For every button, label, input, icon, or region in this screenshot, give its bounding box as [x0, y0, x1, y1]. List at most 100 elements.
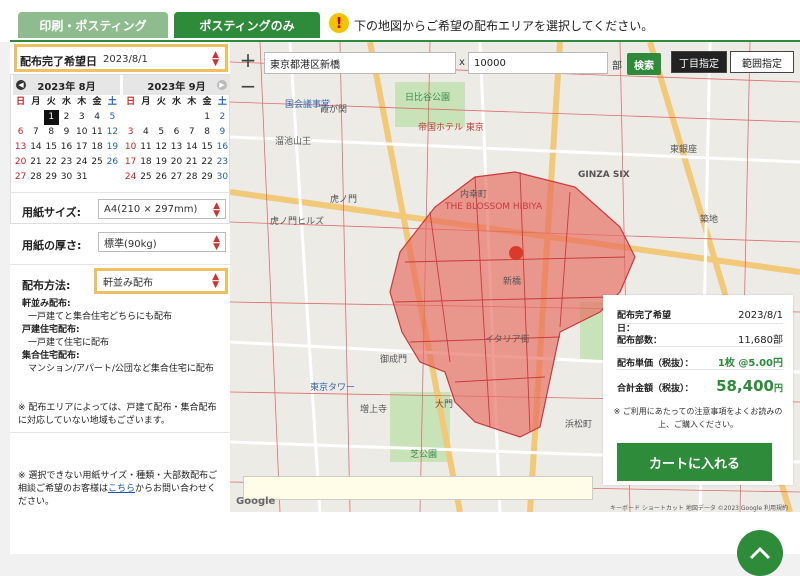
calendar-day[interactable]: 13	[13, 140, 28, 155]
calendar-day[interactable]: 9	[215, 125, 230, 140]
mode-range-button[interactable]: 範囲指定	[730, 51, 794, 73]
calendar-day[interactable]: 15	[44, 140, 59, 155]
calendar-day[interactable]: 20	[169, 155, 184, 170]
address-input[interactable]: 東京都港区新橋	[264, 52, 456, 74]
calendar-day[interactable]: 13	[169, 140, 184, 155]
calendar-weekday: 金	[92, 97, 102, 107]
calendar-day[interactable]: 4	[89, 110, 104, 125]
calendar-day[interactable]: 1	[199, 110, 214, 125]
calendar-day[interactable]: 24	[74, 155, 89, 170]
calendar-grid: 日月火水木金土 1 2 3 4 5 6 7 8 9 10 11 12 13 14 15 16 17 18 19 20 21…	[13, 95, 120, 185]
calendar-day[interactable]: 21	[184, 155, 199, 170]
deadline-value: 2023/8/1	[103, 53, 148, 65]
scroll-to-top-button[interactable]	[737, 530, 783, 576]
calendar-day[interactable]: 15	[199, 140, 214, 155]
calendar-day[interactable]: 19	[154, 155, 169, 170]
calendar-day[interactable]: 27	[169, 170, 184, 185]
mode-chome-button[interactable]: 丁目指定	[671, 51, 727, 73]
sidebar: 配布完了希望日: 2023/8/1 ▲ ▼ ◀ 2023年 8月 日月火水木金土1…	[10, 42, 230, 512]
calendar-day[interactable]: 19	[105, 140, 120, 155]
calendar-day[interactable]: 17	[74, 140, 89, 155]
calendar-day[interactable]: 9	[59, 125, 74, 140]
calendar-day[interactable]: 11	[89, 125, 104, 140]
area-note: ※ 配布エリアによっては、戸建て配布・集合配布に対応していない地域もございます。	[18, 403, 217, 426]
calendar-day[interactable]: 24	[123, 170, 138, 185]
calendar-day[interactable]: 30	[215, 170, 230, 185]
calendar-day[interactable]: 2	[59, 110, 74, 125]
calendar-day[interactable]: 26	[154, 170, 169, 185]
calendar-day[interactable]: 16	[59, 140, 74, 155]
calendar-day[interactable]: 28	[184, 170, 199, 185]
zoom-out-button[interactable]: −	[236, 74, 260, 98]
calendar-day[interactable]: 8	[199, 125, 214, 140]
map-label: 東銀座	[670, 145, 698, 155]
calendar-day[interactable]: 25	[138, 170, 153, 185]
add-to-cart-button[interactable]: カートに入れる	[617, 443, 772, 481]
calendar-day[interactable]: 7	[28, 125, 43, 140]
map-label: THE BLOSSOM HIBIYA	[445, 202, 543, 212]
summary-count-value: 11,680部	[738, 335, 783, 346]
calendar-day[interactable]: 10	[74, 125, 89, 140]
notice-text: 下の地図からご希望の配布エリアを選択してください。	[354, 19, 654, 33]
calendar-day[interactable]: 27	[13, 170, 28, 185]
calendar-day[interactable]: 28	[28, 170, 43, 185]
map-label: 虎ノ門ヒルズ	[270, 217, 325, 227]
calendar-day[interactable]: 30	[59, 170, 74, 185]
calendar-day[interactable]: 1	[43, 110, 59, 125]
calendar-day[interactable]: 3	[123, 125, 138, 140]
summary-total-label: 合計金額（税抜）：	[617, 384, 694, 394]
calendar-day[interactable]: 5	[154, 125, 169, 140]
calendar-day[interactable]: 12	[154, 140, 169, 155]
contact-link[interactable]: こちら	[108, 484, 135, 494]
paper-size-label: 用紙サイズ:	[22, 206, 82, 219]
paper-size-select[interactable]: A4(210 × 297mm) ▲ ▼	[98, 199, 226, 219]
calendar-day[interactable]: 31	[74, 170, 89, 185]
zoom-in-button[interactable]: +	[236, 48, 260, 72]
calendar-day[interactable]: 29	[44, 170, 59, 185]
calendar-day[interactable]: 21	[28, 155, 43, 170]
calendar-day[interactable]: 17	[123, 155, 138, 170]
calendar-day[interactable]: 16	[215, 140, 230, 155]
calendar-weekday: 火	[46, 97, 56, 107]
prev-month-icon[interactable]: ◀	[16, 80, 26, 90]
calendar-weekday: 木	[77, 97, 87, 107]
calendar-day[interactable]: 7	[184, 125, 199, 140]
calendar-day[interactable]: 10	[123, 140, 138, 155]
calendar-day[interactable]: 18	[89, 140, 104, 155]
calendar-day[interactable]: 14	[184, 140, 199, 155]
calendar-day[interactable]: 6	[169, 125, 184, 140]
quantity-input[interactable]: 10000	[468, 52, 608, 74]
calendar-day[interactable]: 12	[105, 125, 120, 140]
paper-thickness-select[interactable]: 標準(90kg) ▲ ▼	[98, 232, 226, 252]
map-attribution[interactable]: キーボード ショートカット 地図データ ©2023 Google 利用規約	[610, 503, 788, 512]
calendar-day[interactable]: 25	[89, 155, 104, 170]
calendar-day[interactable]: 4	[138, 125, 153, 140]
calendar-day[interactable]: 11	[138, 140, 153, 155]
desc-body: マンション/アパート/公団など集合住宅に配布	[28, 364, 214, 374]
calendar-day[interactable]: 2	[215, 110, 230, 125]
calendar-day[interactable]: 3	[74, 110, 89, 125]
tab-posting-only[interactable]: ポスティングのみ	[174, 12, 320, 38]
calendar-weekday: 金	[202, 97, 212, 107]
calendar-day[interactable]: 18	[138, 155, 153, 170]
next-month-icon[interactable]: ▶	[217, 80, 227, 90]
calendar-weekday: 木	[187, 97, 197, 107]
calendar-day[interactable]: 26	[105, 155, 120, 170]
calendar-day[interactable]: 14	[28, 140, 43, 155]
method-select[interactable]: 軒並み配布 ▲ ▼	[98, 271, 224, 291]
calendar-day[interactable]: 23	[59, 155, 74, 170]
deadline-select[interactable]: 2023/8/1 ▲ ▼	[98, 49, 224, 69]
calendar-day[interactable]: 8	[44, 125, 59, 140]
calendar-day[interactable]: 29	[199, 170, 214, 185]
desc-title: 集合住宅配布:	[22, 351, 80, 361]
map-bottom-field[interactable]	[243, 476, 593, 500]
calendar-day[interactable]: 22	[44, 155, 59, 170]
calendar-day[interactable]: 5	[105, 110, 120, 125]
tab-print-posting[interactable]: 印刷・ポスティング	[18, 12, 168, 38]
calendar-day[interactable]: 23	[215, 155, 230, 170]
search-button[interactable]: 検索	[627, 53, 661, 75]
calendar-weekday: 土	[107, 97, 117, 107]
calendar-day[interactable]: 20	[13, 155, 28, 170]
calendar-day[interactable]: 6	[13, 125, 28, 140]
calendar-day[interactable]: 22	[199, 155, 214, 170]
